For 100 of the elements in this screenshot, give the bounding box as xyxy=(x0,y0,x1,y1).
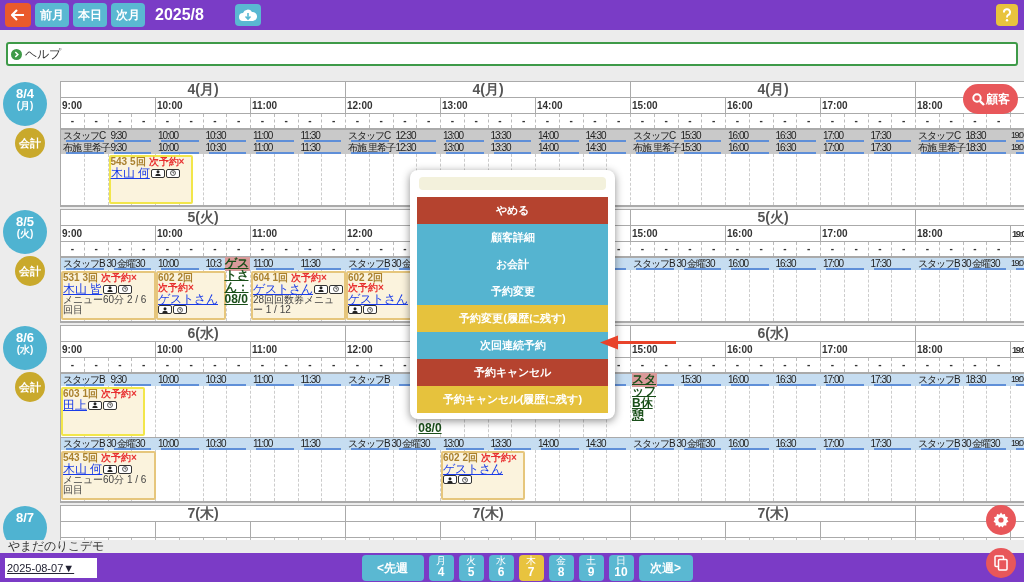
customer-name-link[interactable]: ゲストさん xyxy=(443,463,503,475)
date-button[interactable]: 8/4 (月) xyxy=(3,82,47,126)
copy-button[interactable] xyxy=(986,548,1016,578)
customer-name-link[interactable]: ゲストさん xyxy=(348,293,408,305)
nav-button[interactable]: 前月 xyxy=(35,3,69,27)
empty-slot-mark: - xyxy=(806,359,811,371)
appointment-card[interactable]: 543 5回 次予約× 木山 何 メニュー60分 1 / 6回目 xyxy=(61,451,156,500)
previous-week-button[interactable]: <先週 xyxy=(361,554,424,581)
empty-slot-mark: - xyxy=(996,115,1001,127)
appointment-card[interactable]: 602 2回 次予約× ゲストさん xyxy=(441,451,525,500)
checkout-button[interactable]: 会計 xyxy=(15,256,45,286)
time-label: 10:00 xyxy=(157,130,179,141)
customer-button[interactable] xyxy=(150,168,165,178)
customer-button[interactable] xyxy=(314,284,328,294)
menu-button[interactable]: 次回連続予約 xyxy=(417,332,608,359)
time-label: 10:30 xyxy=(204,438,226,449)
day-tab[interactable]: 月 4 xyxy=(428,554,454,581)
settings-icon xyxy=(993,512,1009,528)
time-button[interactable] xyxy=(118,284,133,294)
customer-name-link[interactable]: 木山 何 xyxy=(63,463,103,475)
time-button[interactable] xyxy=(118,464,133,474)
time-button[interactable] xyxy=(458,475,472,484)
appointment-card[interactable]: 604 1回 次予約× ゲストさん 28回回数券メニュー 1 / 12 xyxy=(251,271,346,320)
appointment-card[interactable]: 602 2回 次予約× ゲストさん xyxy=(156,271,226,320)
customer-name-link[interactable]: 田上 xyxy=(63,399,87,411)
empty-slot-mark: - xyxy=(213,243,217,255)
time-label: 10:00 xyxy=(157,258,179,269)
hour-label: 11:00 xyxy=(252,343,278,356)
time-label: 11:00 xyxy=(252,142,273,153)
booking-note-link[interactable]: スタッフB休憩 xyxy=(632,373,657,421)
appointment-card[interactable]: 531 3回 次予約× 木山 皆 メニュー60分 2 / 6回目 xyxy=(61,271,156,320)
time-label: スタッフB 30 金曜30 xyxy=(632,258,715,269)
nav-button[interactable]: 本日 xyxy=(73,3,107,27)
back-button[interactable] xyxy=(5,3,31,27)
day-tab[interactable]: 水 6 xyxy=(488,554,514,581)
day-tab[interactable]: 金 8 xyxy=(548,554,574,581)
hour-label: 9:00 xyxy=(62,343,82,356)
menu-button[interactable]: 予約キャンセル xyxy=(417,359,608,386)
checkout-button[interactable]: 会計 xyxy=(15,372,45,402)
day-tab[interactable]: 日 10 xyxy=(608,554,634,581)
customer-name-link[interactable]: 木山 皆 xyxy=(63,283,103,295)
customer-button[interactable] xyxy=(103,464,118,474)
time-button[interactable] xyxy=(165,168,180,178)
day-tab[interactable]: 木 7 xyxy=(518,554,544,581)
empty-slot-mark: - xyxy=(711,243,716,255)
empty-slot-mark: - xyxy=(616,115,621,127)
person-icon xyxy=(447,476,453,483)
empty-slot-mark: - xyxy=(640,243,645,255)
date-button[interactable]: 8/6 (水) xyxy=(3,326,47,370)
appointment-card[interactable]: 603 1回 次予約× 田上 xyxy=(61,387,145,436)
hour-label: 15:00 xyxy=(632,99,658,112)
time-label: 18:30 xyxy=(964,374,986,385)
help-button[interactable] xyxy=(996,4,1018,26)
month-title: 2025/8 xyxy=(155,5,205,25)
time-label: 19:0 xyxy=(1011,130,1023,141)
empty-slot-mark: - xyxy=(973,243,977,255)
hour-label: 10:00 xyxy=(157,99,183,112)
time-label: 布施 里希子 xyxy=(632,142,680,153)
customer-button[interactable] xyxy=(158,305,172,314)
customer-button[interactable] xyxy=(348,305,362,314)
appointment-card[interactable]: 543 5回 次予約× 木山 何 xyxy=(108,155,193,204)
empty-slot-mark: - xyxy=(616,243,621,255)
time-label: スタッフB 30 金曜30 xyxy=(347,438,430,449)
menu-button[interactable]: お会計 xyxy=(417,251,608,278)
date-button[interactable]: 8/5 (火) xyxy=(3,210,47,254)
menu-button[interactable]: 予約変更(履歴に残す) xyxy=(417,305,608,332)
menu-button[interactable]: 顧客詳細 xyxy=(417,224,608,251)
empty-slot-mark: - xyxy=(664,243,668,255)
day-tab[interactable]: 土 9 xyxy=(578,554,604,581)
time-button[interactable] xyxy=(363,305,377,314)
hour-label: 16:00 xyxy=(727,227,753,240)
time-label: スタッフB xyxy=(62,374,105,385)
empty-slot-mark: - xyxy=(854,115,858,127)
date-button[interactable]: 8/7 xyxy=(3,506,47,540)
next-week-button[interactable]: 次週> xyxy=(638,554,693,581)
customer-name-link[interactable]: 木山 何 xyxy=(110,167,150,179)
customer-button[interactable] xyxy=(443,475,457,484)
time-button[interactable] xyxy=(103,400,117,410)
date-label: 8/6 xyxy=(15,332,35,344)
checkout-button[interactable]: 会計 xyxy=(15,128,45,158)
help-bar[interactable]: ヘルプ xyxy=(6,42,1018,66)
nav-button[interactable]: 次月 xyxy=(111,3,145,27)
time-label: 19:0 xyxy=(1011,374,1023,385)
date-select[interactable]: 2025-08-07▼ xyxy=(5,558,97,578)
day-tab[interactable]: 火 5 xyxy=(458,554,484,581)
empty-slot-mark: - xyxy=(403,359,407,371)
time-button[interactable] xyxy=(329,284,343,294)
customer-button[interactable] xyxy=(88,400,102,410)
empty-slot-mark: - xyxy=(783,243,787,255)
customer-button[interactable] xyxy=(103,284,118,294)
download-button[interactable] xyxy=(235,4,261,26)
time-button[interactable] xyxy=(173,305,187,314)
time-label: 12:30 xyxy=(394,130,416,141)
menu-button[interactable]: 予約変更 xyxy=(417,278,608,305)
customer-name-link[interactable]: ゲストさん xyxy=(253,283,313,295)
menu-button[interactable]: 予約キャンセル(履歴に残す) xyxy=(417,386,608,413)
customer-name-link[interactable]: ゲストさん xyxy=(158,293,218,305)
menu-button[interactable]: やめる xyxy=(417,197,608,224)
booking-note-link[interactable]: 08/0 xyxy=(418,422,444,434)
hour-label: 15:00 xyxy=(632,227,658,240)
